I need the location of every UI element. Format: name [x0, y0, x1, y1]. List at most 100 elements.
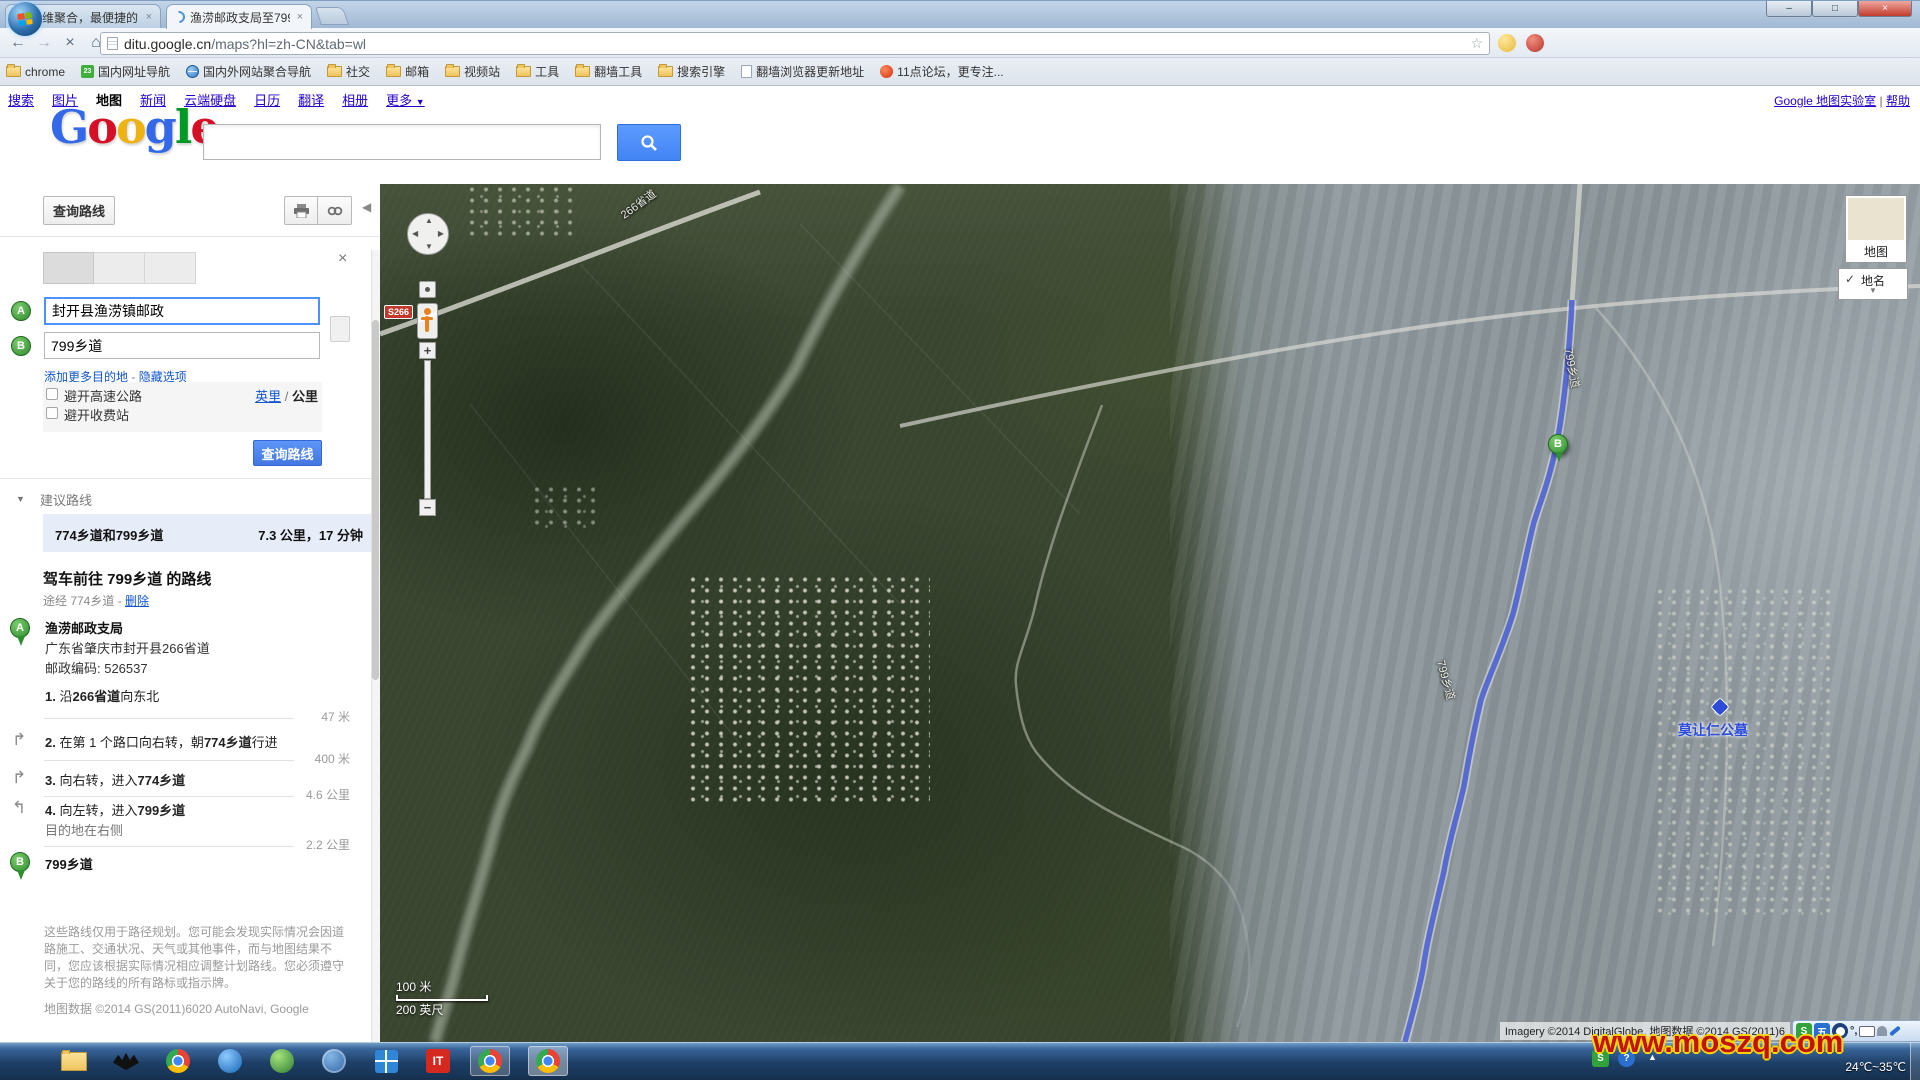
taskbar-chrome-active-window-icon[interactable] [528, 1046, 568, 1076]
pan-right-icon[interactable]: ▶ [438, 230, 444, 238]
taskbar-blue-browser-icon[interactable] [210, 1046, 250, 1076]
tab-2-close-icon[interactable]: × [295, 11, 305, 23]
address-bar[interactable]: ditu.google.cn/maps?hl=zh-CN&tab=wl ☆ [100, 32, 1490, 55]
bookmark-label: 11点论坛，更专注... [897, 63, 1003, 80]
delete-via-link[interactable]: 删除 [125, 594, 149, 608]
bookmark-video[interactable]: 视频站 [445, 63, 500, 80]
forward-button[interactable]: → [32, 31, 56, 55]
bookmark-proxy-tools[interactable]: 翻墙工具 [575, 63, 642, 80]
wrench-icon[interactable] [1890, 1026, 1902, 1037]
step-pre: 沿 [59, 689, 72, 704]
nav-photos[interactable]: 相册 [342, 90, 368, 109]
folder-icon [386, 66, 401, 77]
tab-2-active[interactable]: 渔涝邮政支局至799乡道 × [166, 4, 312, 29]
stop-button[interactable]: × [58, 31, 82, 55]
window-maximize-button[interactable]: □ [1812, 1, 1858, 17]
avoid-tolls-checkbox[interactable] [46, 407, 58, 419]
route-option-row[interactable]: 774乡道和799乡道 7.3 公里，17 分钟 [43, 514, 373, 552]
tray-show-hidden-icon[interactable]: ▲ [1648, 1052, 1657, 1062]
end-marker-b[interactable]: B [10, 852, 30, 872]
avoid-highways-label: 避开高速公路 [64, 386, 142, 405]
mode-driving-tab[interactable] [43, 252, 94, 284]
help-link[interactable]: 帮助 [1886, 94, 1910, 108]
new-tab-button[interactable] [315, 7, 349, 25]
bookmark-browser-update[interactable]: 翻墙浏览器更新地址 [741, 63, 864, 80]
show-desktop-button[interactable] [1910, 1042, 1920, 1080]
via-text: 途经 774乡道 - [43, 594, 122, 608]
swap-waypoints-button[interactable] [330, 316, 350, 342]
bookmark-label: 国内网址导航 [98, 63, 170, 80]
bookmark-star-icon[interactable]: ☆ [1470, 35, 1483, 52]
step-1-distance: 47 米 [321, 708, 350, 725]
maptype-control[interactable]: 地图 [1845, 195, 1907, 263]
bookmark-tools[interactable]: 工具 [516, 63, 559, 80]
bookmark-social[interactable]: 社交 [327, 63, 370, 80]
mode-transit-tab[interactable] [94, 252, 145, 284]
keyboard-icon[interactable] [1859, 1026, 1875, 1037]
taskbar-ie-window-icon[interactable] [366, 1046, 406, 1076]
zoom-out-button[interactable]: − [419, 499, 436, 516]
pan-down-icon[interactable]: ▼ [425, 243, 433, 251]
extension-icon-2[interactable] [1526, 34, 1544, 52]
pan-up-icon[interactable]: ▲ [425, 217, 433, 225]
taskbar-globe-browser-icon[interactable] [314, 1046, 354, 1076]
taskbar-bat-app-icon[interactable] [106, 1046, 146, 1076]
person-icon[interactable] [1877, 1026, 1887, 1036]
avoid-highways-checkbox[interactable] [46, 388, 58, 400]
start-button[interactable] [8, 2, 42, 36]
pan-left-icon[interactable]: ◀ [412, 230, 418, 238]
taskbar-it-app-icon[interactable]: IT [418, 1046, 458, 1076]
taskbar-green-browser-icon[interactable] [262, 1046, 302, 1076]
suggested-routes-arrow-icon[interactable]: ▼ [16, 494, 25, 504]
pegman-control[interactable] [417, 303, 438, 339]
taskbar-chrome-window-icon[interactable] [470, 1046, 510, 1076]
nav-search[interactable]: 搜索 [8, 90, 34, 109]
panel-scrollbar[interactable] [371, 250, 380, 1042]
mode-walking-tab[interactable] [145, 252, 196, 284]
bookmark-11-forum[interactable]: 11点论坛，更专注... [880, 63, 1003, 80]
step-number: 1. [45, 689, 56, 704]
nav-calendar[interactable]: 日历 [254, 90, 280, 109]
panel-scrollbar-thumb[interactable] [372, 320, 379, 680]
punctuation-icon[interactable]: °, [1850, 1025, 1857, 1037]
step-road: 774乡道 [204, 735, 252, 750]
bookmark-mail[interactable]: 邮箱 [386, 63, 429, 80]
collapse-panel-icon[interactable]: ◀ [362, 200, 371, 214]
window-minimize-button[interactable]: – [1766, 1, 1812, 17]
avoid-tolls-label: 避开收费站 [64, 405, 129, 424]
maps-labs-link[interactable]: Google 地图实验室 [1774, 94, 1876, 108]
map-canvas[interactable]: ▲ ▼ ◀ ▶ + − S266 266省道 799乡道 799乡道 B 莫让仁… [380, 184, 1920, 1042]
bookmark-nav-site[interactable]: 23国内网址导航 [81, 63, 170, 80]
tab-1-close-icon[interactable]: × [144, 11, 154, 23]
taskbar-explorer-icon[interactable] [54, 1046, 94, 1076]
start-marker-a[interactable]: A [10, 618, 30, 638]
zoom-slider-track[interactable] [424, 360, 431, 499]
pan-control[interactable]: ▲ ▼ ◀ ▶ [407, 213, 449, 255]
reset-view-button[interactable] [419, 281, 436, 298]
layers-dropdown-icon[interactable]: ▼ [1869, 286, 1877, 295]
bookmark-agg-site[interactable]: 国内外网站聚合导航 [186, 63, 311, 80]
map-marker-b[interactable]: B [1548, 434, 1568, 454]
share-link-button[interactable] [318, 196, 352, 225]
taskbar-chrome-icon[interactable] [158, 1046, 198, 1076]
close-directions-icon[interactable]: × [338, 250, 347, 268]
bookmark-label: 翻墙浏览器更新地址 [756, 63, 864, 80]
zoom-in-button[interactable]: + [419, 342, 436, 359]
maps-search-input[interactable] [203, 124, 601, 160]
nav-more[interactable]: 更多 ▼ [386, 90, 425, 109]
cemetery-label[interactable]: 莫让仁公墓 [1678, 720, 1748, 740]
bookmark-chrome[interactable]: chrome [6, 65, 65, 79]
bookmark-label: 视频站 [464, 63, 500, 80]
miles-link[interactable]: 英里 [255, 389, 281, 404]
nav-translate[interactable]: 翻译 [298, 90, 324, 109]
bookmark-search-engines[interactable]: 搜索引擎 [658, 63, 725, 80]
get-directions-button[interactable]: 查询路线 [43, 196, 115, 225]
maps-search-button[interactable] [617, 124, 681, 161]
layers-control[interactable]: ✓ 地名 ▼ [1838, 268, 1908, 300]
print-button[interactable] [284, 196, 318, 225]
extension-icon-1[interactable] [1498, 34, 1516, 52]
waypoint-b-input[interactable] [44, 332, 320, 359]
waypoint-a-input[interactable] [44, 297, 320, 325]
submit-directions-button[interactable]: 查询路线 [253, 440, 322, 466]
window-close-button[interactable]: × [1858, 1, 1912, 17]
